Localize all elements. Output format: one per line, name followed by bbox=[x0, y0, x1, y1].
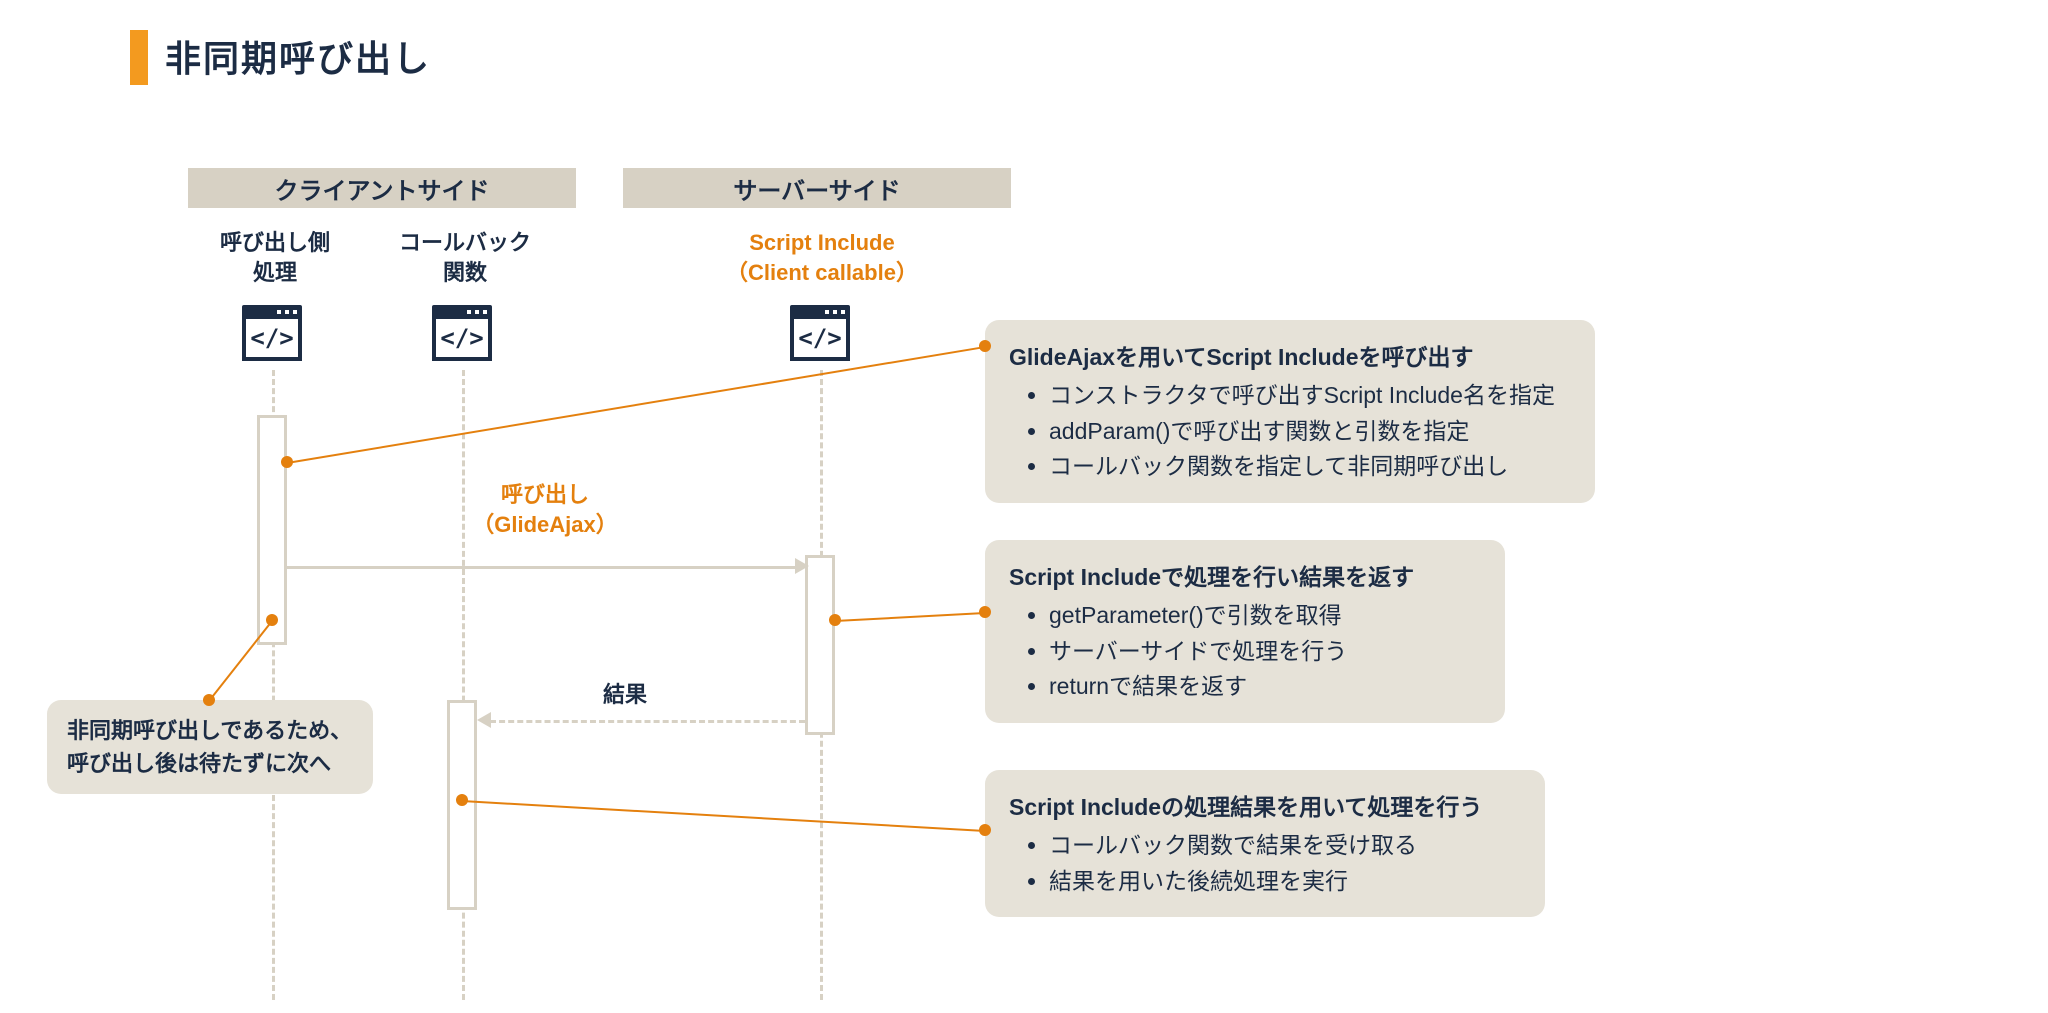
connector-dot-icon bbox=[979, 340, 991, 352]
code-icon: </> bbox=[432, 305, 492, 361]
connector-dot-icon bbox=[456, 794, 468, 806]
connector-dot-icon bbox=[979, 824, 991, 836]
annotation-list: コールバック関数で結果を受け取る 結果を用いた後続処理を実行 bbox=[1009, 828, 1521, 899]
annotation-title: GlideAjaxを用いてScript Includeを呼び出す bbox=[1009, 338, 1571, 372]
annotation-item: コンストラクタで呼び出すScript Include名を指定 bbox=[1049, 378, 1571, 414]
annotation-item: コールバック関数で結果を受け取る bbox=[1049, 828, 1521, 864]
annotation-item: サーバーサイドで処理を行う bbox=[1049, 634, 1481, 670]
message-label-result: 結果 bbox=[565, 680, 685, 710]
diagram-stage: 非同期呼び出し クライアントサイド サーバーサイド 呼び出し側 処理 コールバッ… bbox=[0, 0, 2048, 1013]
connector-dot-icon bbox=[281, 456, 293, 468]
message-arrow-result bbox=[490, 720, 805, 723]
header-client: クライアントサイド bbox=[188, 168, 576, 208]
annotation-async-note: 非同期呼び出しであるため、 呼び出し後は待たずに次へ bbox=[47, 700, 373, 794]
activation-server bbox=[805, 555, 835, 735]
annotation-list: コンストラクタで呼び出すScript Include名を指定 addParam(… bbox=[1009, 378, 1571, 485]
code-icon: </> bbox=[242, 305, 302, 361]
annotation-item: addParam()で呼び出す関数と引数を指定 bbox=[1049, 414, 1571, 450]
lane-label-caller: 呼び出し側 処理 bbox=[200, 228, 350, 287]
activation-caller bbox=[257, 415, 287, 645]
connector-line bbox=[462, 800, 985, 832]
message-arrow-call bbox=[287, 566, 797, 569]
annotation-item: getParameter()で引数を取得 bbox=[1049, 598, 1481, 634]
annotation-title: Script Includeの処理結果を用いて処理を行う bbox=[1009, 788, 1521, 822]
message-label-call: 呼び出し （GlideAjax） bbox=[440, 480, 650, 539]
connector-line bbox=[287, 346, 985, 464]
connector-dot-icon bbox=[266, 614, 278, 626]
arrowhead-icon bbox=[795, 558, 809, 574]
connector-dot-icon bbox=[203, 694, 215, 706]
annotation-callback: Script Includeの処理結果を用いて処理を行う コールバック関数で結果… bbox=[985, 770, 1545, 917]
page-title: 非同期呼び出し bbox=[165, 30, 431, 82]
connector-dot-icon bbox=[979, 606, 991, 618]
title-accent-bar bbox=[130, 30, 148, 85]
annotation-script-include: Script Includeで処理を行い結果を返す getParameter()… bbox=[985, 540, 1505, 723]
header-server: サーバーサイド bbox=[623, 168, 1011, 208]
annotation-list: getParameter()で引数を取得 サーバーサイドで処理を行う retur… bbox=[1009, 598, 1481, 705]
arrowhead-icon bbox=[477, 712, 491, 728]
lane-label-server: Script Include （Client callable） bbox=[632, 228, 1012, 287]
annotation-glideajax: GlideAjaxを用いてScript Includeを呼び出す コンストラクタ… bbox=[985, 320, 1595, 503]
annotation-item: コールバック関数を指定して非同期呼び出し bbox=[1049, 449, 1571, 485]
annotation-text: 非同期呼び出しであるため、 呼び出し後は待たずに次へ bbox=[67, 714, 353, 780]
connector-dot-icon bbox=[829, 614, 841, 626]
annotation-item: 結果を用いた後続処理を実行 bbox=[1049, 864, 1521, 900]
annotation-item: returnで結果を返す bbox=[1049, 669, 1481, 705]
code-icon: </> bbox=[790, 305, 850, 361]
lane-label-callback: コールバック 関数 bbox=[390, 228, 540, 287]
connector-line bbox=[208, 620, 273, 701]
connector-line bbox=[835, 612, 985, 622]
annotation-title: Script Includeで処理を行い結果を返す bbox=[1009, 558, 1481, 592]
